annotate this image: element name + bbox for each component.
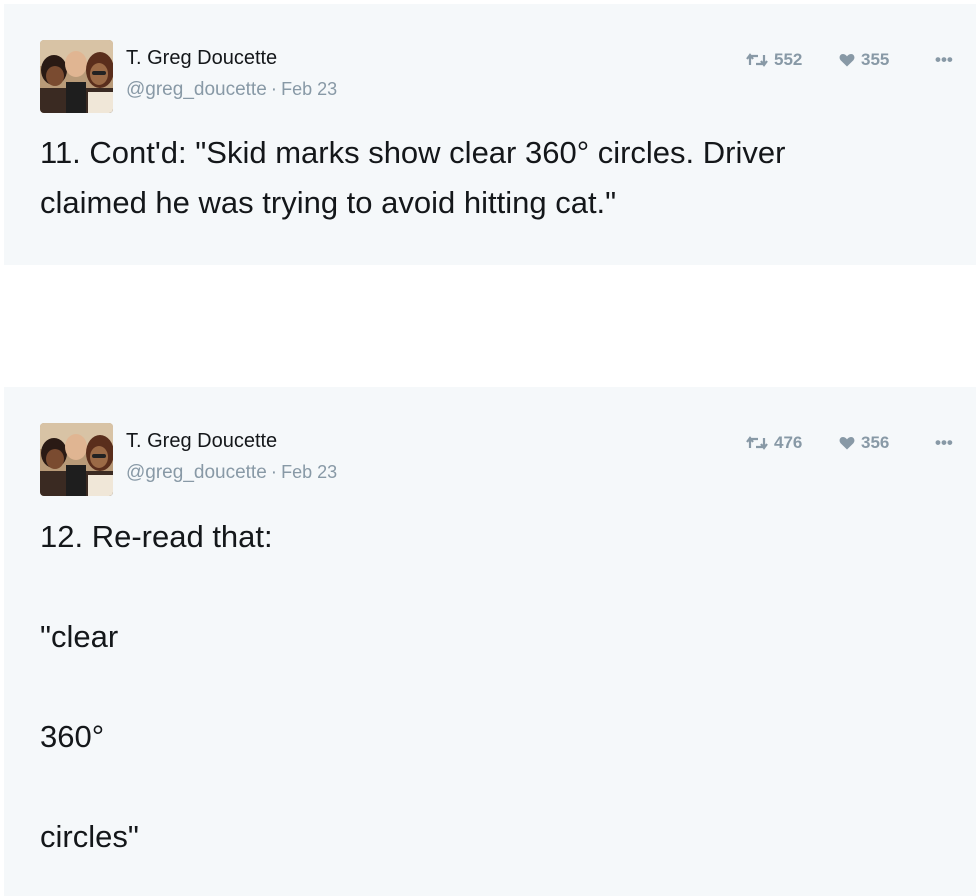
tweet-actions: 552 355 ••• — [746, 48, 959, 72]
like-button[interactable]: 355 — [839, 50, 935, 70]
retweet-count: 476 — [774, 433, 803, 452]
meta-separator: · — [270, 462, 278, 483]
retweet-count: 552 — [774, 50, 803, 69]
tweet-line: 11. Cont'd: "Skid marks show clear 360° … — [40, 135, 786, 170]
tweet-line — [40, 762, 920, 812]
like-count: 356 — [861, 433, 890, 452]
tweet-line: "clear — [40, 619, 119, 654]
tweet-text: 11. Cont'd: "Skid marks show clear 360° … — [40, 128, 920, 228]
author-handle[interactable]: @greg_doucette — [126, 462, 267, 483]
tweet-line — [40, 562, 920, 612]
retweet-button[interactable]: 476 — [746, 433, 839, 453]
heart-icon — [839, 436, 855, 450]
retweet-icon — [746, 53, 768, 67]
tweet-line: 360° — [40, 719, 105, 754]
tweet-text: 12. Re-read that: "clear 360° circles" — [40, 512, 920, 862]
tweet-line — [40, 662, 920, 712]
author-name[interactable]: T. Greg Doucette — [126, 430, 277, 453]
tweet-card: T. Greg Doucette @greg_doucette · Feb 23 4… — [4, 387, 976, 896]
tweet-line: claimed he was trying to avoid hitting c… — [40, 185, 617, 220]
avatar[interactable] — [40, 40, 113, 113]
meta-separator: · — [270, 79, 278, 100]
author-name[interactable]: T. Greg Doucette — [126, 47, 277, 70]
avatar[interactable] — [40, 423, 113, 496]
more-options-button[interactable]: ••• — [935, 433, 959, 453]
tweet-date[interactable]: Feb 23 — [281, 79, 337, 99]
heart-icon — [839, 53, 855, 67]
more-icon: ••• — [935, 50, 953, 69]
author-handle[interactable]: @greg_doucette — [126, 79, 267, 100]
more-options-button[interactable]: ••• — [935, 50, 959, 70]
tweet-meta: @greg_doucette · Feb 23 — [126, 79, 337, 101]
like-button[interactable]: 356 — [839, 433, 935, 453]
tweet-meta: @greg_doucette · Feb 23 — [126, 462, 337, 484]
avatar-photo — [40, 423, 113, 496]
tweet-line: 12. Re-read that: — [40, 519, 273, 554]
tweet-line: circles" — [40, 819, 139, 854]
like-count: 355 — [861, 50, 890, 69]
tweet-date[interactable]: Feb 23 — [281, 462, 337, 482]
tweet-card: T. Greg Doucette @greg_doucette · Feb 23 5… — [4, 4, 976, 265]
retweet-button[interactable]: 552 — [746, 50, 839, 70]
tweet-actions: 476 356 ••• — [746, 431, 959, 455]
more-icon: ••• — [935, 433, 953, 452]
avatar-photo — [40, 40, 113, 113]
retweet-icon — [746, 436, 768, 450]
